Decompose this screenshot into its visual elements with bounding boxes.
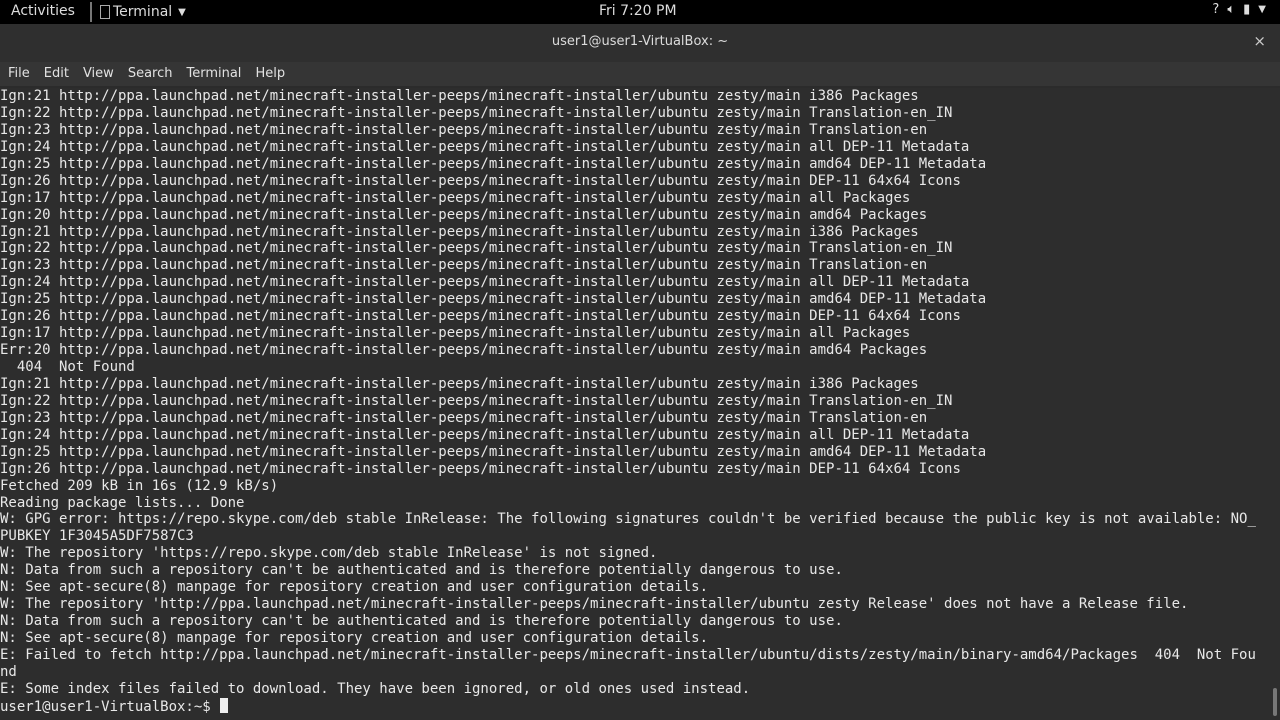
terminal-line: Ign:20 http://ppa.launchpad.net/minecraf… [0, 206, 928, 223]
terminal-line: E: Failed to fetch http://ppa.launchpad.… [0, 646, 1256, 663]
terminal-line: Ign:22 http://ppa.launchpad.net/minecraf… [0, 392, 953, 409]
volume-icon[interactable]: 🔈︎ [1227, 2, 1235, 17]
terminal-line: Ign:24 http://ppa.launchpad.net/minecraf… [0, 426, 970, 443]
terminal-line: Ign:26 http://ppa.launchpad.net/minecraf… [0, 460, 961, 477]
menu-bar: File Edit View Search Terminal Help [0, 62, 1280, 86]
terminal-line: PUBKEY 1F3045A5DF7587C3 [0, 528, 194, 545]
terminal-line: Ign:17 http://ppa.launchpad.net/minecraf… [0, 189, 911, 206]
scrollbar[interactable] [1270, 88, 1280, 720]
terminal-line: Ign:25 http://ppa.launchpad.net/minecraf… [0, 291, 987, 308]
app-menu-label: Terminal [113, 4, 173, 20]
terminal-line: W: The repository 'http://ppa.launchpad.… [0, 596, 1189, 613]
menu-help[interactable]: Help [248, 62, 292, 86]
menu-terminal[interactable]: Terminal [179, 62, 248, 86]
shell-prompt: user1@user1-VirtualBox:~$ [0, 698, 220, 715]
close-icon[interactable]: × [1253, 32, 1266, 50]
help-icon[interactable]: ? [1212, 2, 1219, 17]
terminal-line: Ign:25 http://ppa.launchpad.net/minecraf… [0, 443, 987, 460]
terminal-line: Err:20 http://ppa.launchpad.net/minecraf… [0, 342, 928, 359]
app-menu[interactable]: Terminal ▼ [90, 0, 186, 24]
window-titlebar[interactable]: user1@user1-VirtualBox: ~ × [0, 24, 1280, 63]
terminal-app-icon [100, 5, 110, 19]
prompt-line[interactable]: user1@user1-VirtualBox:~$ [0, 697, 1270, 715]
clock[interactable]: Fri 7:20 PM [599, 3, 677, 19]
terminal-line: Ign:26 http://ppa.launchpad.net/minecraf… [0, 172, 961, 189]
top-bar: Activities Terminal ▼ Fri 7:20 PM ? 🔈︎ ▮… [0, 0, 1280, 24]
terminal-line: Ign:23 http://ppa.launchpad.net/minecraf… [0, 257, 928, 274]
terminal-line: Ign:23 http://ppa.launchpad.net/minecraf… [0, 409, 928, 426]
terminal-line: N: Data from such a repository can't be … [0, 562, 843, 579]
system-tray[interactable]: ? 🔈︎ ▮ ▼ [1212, 2, 1266, 17]
terminal-line: Fetched 209 kB in 16s (12.9 kB/s) [0, 477, 279, 494]
terminal-line: Ign:24 http://ppa.launchpad.net/minecraf… [0, 274, 970, 291]
terminal-line: W: GPG error: https://repo.skype.com/deb… [0, 511, 1256, 528]
terminal-line: 404 Not Found [0, 359, 135, 375]
terminal-line: Reading package lists... Done [0, 494, 245, 511]
chevron-down-icon[interactable]: ▼ [1258, 4, 1266, 15]
scrollbar-thumb[interactable] [1273, 688, 1277, 716]
terminal-output[interactable]: Ign:21 http://ppa.launchpad.net/minecraf… [0, 88, 1270, 720]
terminal-line: N: Data from such a repository can't be … [0, 613, 843, 630]
terminal-line: nd [0, 663, 17, 680]
terminal-line: Ign:26 http://ppa.launchpad.net/minecraf… [0, 308, 961, 325]
terminal-line: N: See apt-secure(8) manpage for reposit… [0, 630, 709, 646]
terminal-line: Ign:17 http://ppa.launchpad.net/minecraf… [0, 325, 911, 342]
separator [90, 2, 92, 22]
window-title: user1@user1-VirtualBox: ~ [551, 34, 729, 49]
terminal-line: Ign:21 http://ppa.launchpad.net/minecraf… [0, 375, 919, 392]
menu-view[interactable]: View [76, 62, 121, 86]
terminal-line: Ign:24 http://ppa.launchpad.net/minecraf… [0, 138, 970, 155]
terminal-line: E: Some index files failed to download. … [0, 680, 751, 697]
terminal-line: Ign:23 http://ppa.launchpad.net/minecraf… [0, 121, 928, 138]
battery-icon[interactable]: ▮ [1243, 2, 1250, 17]
activities-button[interactable]: Activities [11, 3, 75, 19]
terminal-line: Ign:21 http://ppa.launchpad.net/minecraf… [0, 223, 919, 240]
terminal-lines: Ign:21 http://ppa.launchpad.net/minecraf… [0, 88, 1270, 715]
terminal-line: N: See apt-secure(8) manpage for reposit… [0, 579, 709, 596]
chevron-down-icon: ▼ [178, 6, 186, 18]
terminal-line: Ign:22 http://ppa.launchpad.net/minecraf… [0, 104, 953, 121]
menu-edit[interactable]: Edit [37, 62, 76, 86]
menu-search[interactable]: Search [121, 62, 180, 86]
menu-file[interactable]: File [0, 62, 37, 86]
terminal-line: Ign:25 http://ppa.launchpad.net/minecraf… [0, 155, 987, 172]
text-cursor [220, 697, 229, 713]
terminal-line: Ign:21 http://ppa.launchpad.net/minecraf… [0, 88, 919, 104]
terminal-line: W: The repository 'https://repo.skype.co… [0, 545, 658, 562]
terminal-line: Ign:22 http://ppa.launchpad.net/minecraf… [0, 240, 953, 257]
